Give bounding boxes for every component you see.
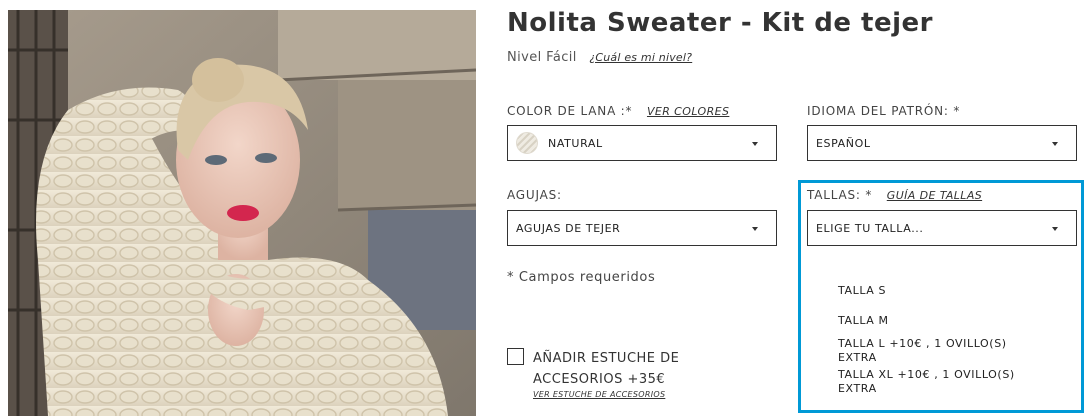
- accessories-line-2: ACCESORIOS +35€: [533, 372, 666, 387]
- view-colors-link[interactable]: VER COLORES: [647, 105, 729, 118]
- needles-label: AGUJAS:: [507, 188, 562, 202]
- product-title: Nolita Sweater - Kit de tejer: [507, 8, 933, 38]
- yarn-color-label-text: COLOR DE LANA :*: [507, 104, 633, 118]
- level-text: Nivel Fácil: [507, 50, 577, 65]
- pattern-language-select[interactable]: ESPAÑOL: [807, 125, 1077, 161]
- yarn-color-value: NATURAL: [548, 136, 603, 150]
- required-fields-note: * Campos requeridos: [507, 270, 656, 285]
- accessories-option: AÑADIR ESTUCHE DE ACCESORIOS +35€ VER ES…: [507, 348, 679, 400]
- level-help-link[interactable]: ¿Cuál es mi nivel?: [589, 51, 692, 64]
- view-accessories-link[interactable]: VER ESTUCHE DE ACCESORIOS: [533, 390, 679, 400]
- needles-select[interactable]: AGUJAS DE TEJER: [507, 210, 777, 246]
- pattern-language-value: ESPAÑOL: [816, 136, 871, 150]
- accessories-checkbox[interactable]: [507, 348, 524, 365]
- chevron-down-icon: [752, 227, 758, 231]
- yarn-color-label: COLOR DE LANA :* VER COLORES: [507, 104, 729, 118]
- product-photo: [8, 10, 476, 416]
- yarn-color-select[interactable]: NATURAL: [507, 125, 777, 161]
- pattern-language-label: IDIOMA DEL PATRÓN: *: [807, 104, 960, 118]
- chevron-down-icon: [752, 142, 758, 146]
- difficulty-level: Nivel Fácil ¿Cuál es mi nivel?: [507, 50, 692, 65]
- chevron-down-icon: [1052, 142, 1058, 146]
- pattern-language-label-text: IDIOMA DEL PATRÓN: *: [807, 104, 961, 118]
- accessories-line-1: AÑADIR ESTUCHE DE: [533, 351, 680, 366]
- sizes-highlight-frame: [798, 180, 1084, 413]
- model-photo-illustration: [8, 10, 476, 416]
- needles-value: AGUJAS DE TEJER: [516, 221, 621, 235]
- yarn-swatch-icon: [516, 132, 538, 154]
- needles-label-text: AGUJAS:: [507, 188, 562, 202]
- accessories-text: AÑADIR ESTUCHE DE ACCESORIOS +35€ VER ES…: [533, 348, 679, 400]
